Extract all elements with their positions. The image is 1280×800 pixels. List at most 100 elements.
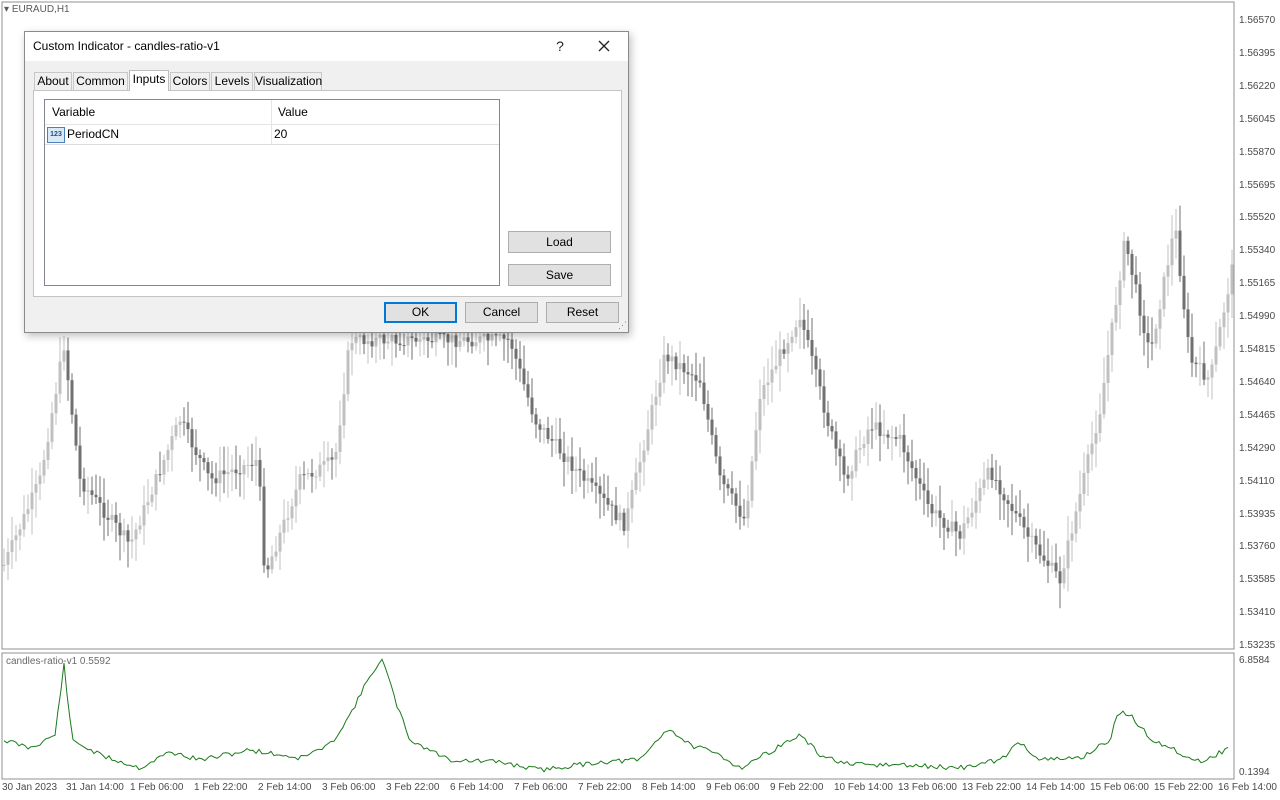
candle-body: [674, 356, 678, 370]
price-tick-label: 1.53935: [1239, 508, 1276, 520]
candle-body: [402, 345, 406, 347]
candle-body: [962, 523, 966, 539]
candle-body: [694, 375, 698, 381]
candle-body: [766, 382, 770, 385]
candle-body: [90, 490, 94, 495]
time-tick-label: 1 Feb 22:00: [194, 782, 248, 793]
candle-body: [838, 448, 842, 457]
candle-body: [690, 374, 694, 376]
candle-body: [94, 494, 98, 498]
candle-body: [1002, 494, 1006, 501]
candle-body: [138, 525, 142, 530]
candle-body: [194, 447, 198, 456]
candle-body: [386, 341, 390, 344]
candle-body: [294, 489, 298, 507]
candle-body: [378, 334, 382, 338]
column-header-variable[interactable]: Variable: [52, 100, 95, 124]
candle-body: [1082, 472, 1086, 494]
candle-body: [774, 365, 778, 370]
candle-body: [154, 474, 158, 495]
cancel-button[interactable]: Cancel: [465, 302, 538, 323]
candle-body: [770, 369, 774, 383]
candle-body: [494, 334, 498, 336]
tab-inputs[interactable]: Inputs: [129, 70, 169, 91]
tab-common[interactable]: Common: [73, 72, 128, 90]
candle-body: [438, 333, 442, 335]
candle-body: [558, 438, 562, 454]
candle-body: [626, 508, 630, 531]
candle-body: [10, 540, 14, 552]
candle-body: [482, 333, 486, 337]
candle-body: [82, 478, 86, 492]
candle-body: [1142, 315, 1146, 334]
candle-body: [490, 334, 494, 341]
candle-body: [990, 467, 994, 480]
candle-body: [1134, 274, 1138, 285]
candle-body: [498, 334, 502, 336]
candle-body: [1110, 322, 1114, 356]
candle-body: [742, 516, 746, 519]
time-tick-label: 3 Feb 06:00: [322, 782, 376, 793]
ok-button[interactable]: OK: [384, 302, 457, 323]
candle-body: [890, 437, 894, 439]
candle-body: [514, 348, 518, 359]
time-tick-label: 13 Feb 22:00: [962, 782, 1021, 793]
candle-body: [22, 514, 26, 530]
candle-body: [886, 434, 890, 438]
candle-body: [534, 414, 538, 425]
candle-body: [738, 505, 742, 517]
inputs-grid[interactable]: Variable Value 123 PeriodCN 20: [44, 99, 500, 286]
candle-body: [338, 425, 342, 452]
load-button[interactable]: Load: [508, 231, 611, 253]
candle-body: [762, 384, 766, 400]
candle-body: [426, 337, 430, 341]
candle-body: [1010, 503, 1014, 512]
close-button[interactable]: [593, 36, 615, 56]
candle-body: [754, 430, 758, 462]
candle-body: [30, 492, 34, 510]
help-button[interactable]: ?: [549, 36, 571, 56]
resize-grip-icon[interactable]: ⋰: [618, 320, 627, 331]
candle-body: [342, 394, 346, 426]
candle-body: [786, 343, 790, 354]
candle-body: [6, 551, 10, 565]
tab-visualization[interactable]: Visualization: [254, 72, 322, 90]
candle-body: [978, 487, 982, 501]
candle-body: [550, 439, 554, 441]
indicator-label: candles-ratio-v1 0.5592: [6, 656, 111, 667]
candle-body: [802, 319, 806, 330]
column-header-value[interactable]: Value: [278, 100, 308, 124]
price-tick-label: 1.55340: [1239, 245, 1276, 257]
candle-body: [622, 512, 626, 531]
candle-body: [658, 382, 662, 397]
candle-body: [1230, 264, 1234, 295]
candle-body: [718, 456, 722, 476]
candle-body: [26, 509, 30, 515]
value-cell[interactable]: 20: [274, 125, 287, 144]
price-tick-label: 1.54990: [1239, 311, 1276, 323]
price-tick-label: 1.53410: [1239, 607, 1276, 619]
dialog-title-bar[interactable]: Custom Indicator - candles-ratio-v1 ?: [25, 32, 628, 61]
table-row[interactable]: 123 PeriodCN 20: [45, 125, 499, 145]
save-button[interactable]: Save: [508, 264, 611, 286]
candle-body: [906, 452, 910, 462]
candle-body: [18, 529, 22, 536]
candle-body: [246, 464, 250, 466]
price-tick-label: 1.56570: [1239, 15, 1276, 26]
candle-body: [398, 343, 402, 346]
candle-body: [618, 512, 622, 521]
indicator-min-label: 0.1394: [1239, 767, 1270, 778]
candle-body: [134, 529, 138, 540]
tab-levels[interactable]: Levels: [211, 72, 253, 90]
reset-button[interactable]: Reset: [546, 302, 619, 323]
tab-about[interactable]: About: [34, 72, 72, 90]
candle-body: [142, 505, 146, 526]
candle-body: [1078, 493, 1082, 512]
candle-body: [1222, 312, 1226, 328]
candle-body: [1190, 337, 1194, 363]
tab-colors[interactable]: Colors: [170, 72, 210, 90]
candle-body: [898, 434, 902, 439]
candle-body: [994, 479, 998, 481]
candle-body: [110, 514, 114, 520]
candle-body: [810, 340, 814, 356]
